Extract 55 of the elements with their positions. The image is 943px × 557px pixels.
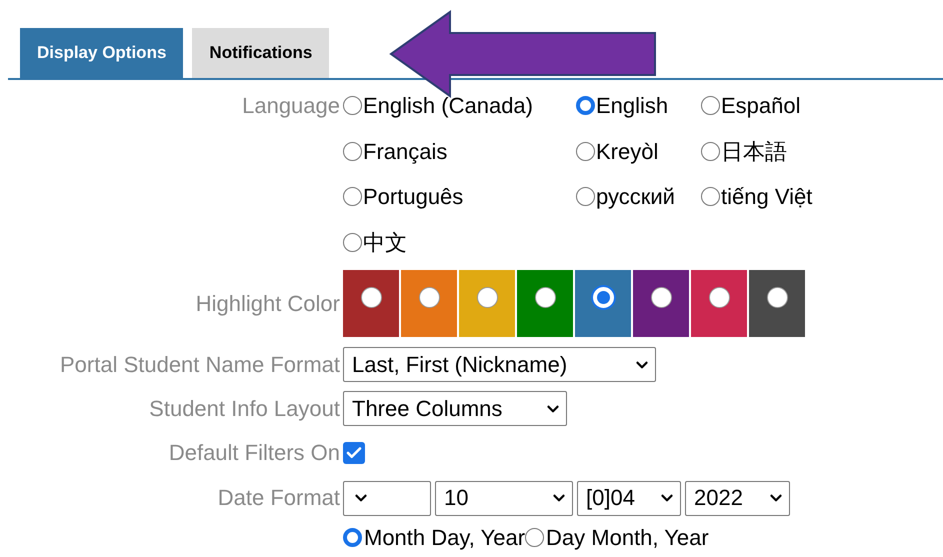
field-label: Portal Student Name Format <box>60 352 340 377</box>
color-swatch[interactable] <box>575 270 631 337</box>
radio-button[interactable] <box>701 142 720 161</box>
radio-button[interactable] <box>576 142 595 161</box>
radio-button[interactable] <box>343 96 362 116</box>
radio-button[interactable] <box>343 528 362 547</box>
option-label: 中文 <box>363 228 407 256</box>
color-swatch[interactable] <box>459 270 515 337</box>
field-label: Date Format <box>218 485 340 510</box>
dropdown-select[interactable] <box>343 480 431 516</box>
option-label: English <box>596 92 668 120</box>
option-label: Português <box>363 183 464 210</box>
option-label: Month Day, Year <box>364 524 526 551</box>
radio-button[interactable] <box>360 287 382 308</box>
option-label: 日本語 <box>721 138 787 165</box>
radio-button[interactable] <box>576 96 595 116</box>
option-label: tiếng Việt <box>721 183 812 210</box>
tab[interactable]: Notifications <box>192 28 330 78</box>
radio-button[interactable] <box>534 287 556 308</box>
field-label: Highlight Color <box>196 290 340 316</box>
radio-button[interactable] <box>343 232 362 252</box>
radio-button[interactable] <box>701 96 720 116</box>
dropdown-select[interactable]: 2022 <box>685 480 790 516</box>
radio-button[interactable] <box>525 528 544 547</box>
color-swatch[interactable] <box>343 270 399 337</box>
tab[interactable]: Display Options <box>20 28 184 78</box>
option-label: Day Month, Year <box>546 524 709 551</box>
color-swatch[interactable] <box>633 270 689 337</box>
dropdown-select[interactable]: Three Columns <box>343 391 567 426</box>
radio-button[interactable] <box>708 287 730 308</box>
arrow-icon <box>388 10 658 98</box>
field-label: Default Filters On <box>168 440 340 465</box>
radio-button[interactable] <box>343 187 362 206</box>
dropdown-select[interactable]: [0]04 <box>577 480 681 516</box>
dropdown-select[interactable]: Last, First (Nickname) <box>343 347 656 382</box>
field-label: Student Info Layout <box>149 396 340 421</box>
radio-button[interactable] <box>418 287 440 308</box>
checkbox[interactable] <box>343 442 365 464</box>
color-swatch[interactable] <box>749 270 805 337</box>
option-label: Kreyòl <box>596 138 658 165</box>
option-label: русский <box>596 183 675 210</box>
dropdown-select[interactable]: 10 <box>435 480 573 516</box>
option-label: Français <box>363 138 448 165</box>
color-swatch[interactable] <box>401 270 457 337</box>
field-label: Language <box>242 93 340 118</box>
radio-button[interactable] <box>766 287 788 308</box>
radio-button[interactable] <box>701 187 720 206</box>
radio-button[interactable] <box>343 142 362 161</box>
option-label: Español <box>721 92 801 120</box>
radio-button[interactable] <box>650 287 672 308</box>
radio-button[interactable] <box>576 187 595 206</box>
radio-button[interactable] <box>476 287 498 308</box>
color-swatch[interactable] <box>517 270 573 337</box>
color-swatch[interactable] <box>691 270 747 337</box>
option-label: English (Canada) <box>363 92 533 120</box>
